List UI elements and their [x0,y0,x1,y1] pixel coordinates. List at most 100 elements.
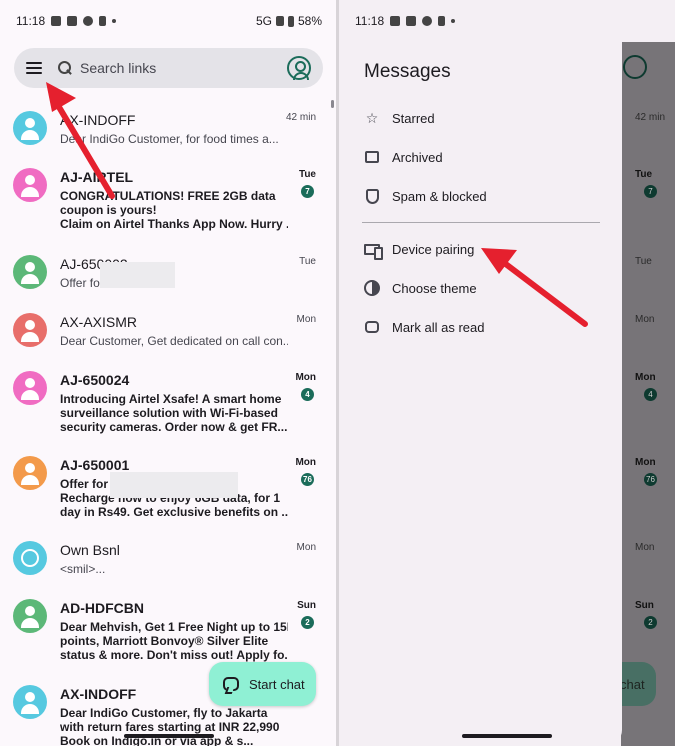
sender-name: AX-INDOFF [60,686,137,702]
status-time: 11:18 [16,14,46,28]
dimmed-unread-badge: 4 [644,388,657,401]
sender-name: AJ-AIRTEL [60,169,134,185]
message-time: Tue [299,256,316,267]
unread-count-badge: 2 [301,616,314,629]
mark-read-icon [363,318,381,336]
chat-bubble-icon [223,677,239,691]
message-notification-icon [406,16,417,26]
drawer-item-label: Mark all as read [392,319,485,335]
message-snippet: Dear Mehvish, Get 1 Free Night up to 15K… [60,620,288,662]
message-snippet: CONGRATULATIONS! FREE 2GB data coupon is … [60,189,288,231]
dimmed-message-time: 42 min [635,112,666,123]
battery-level: 58% [297,14,322,28]
dimmed-message-time: Tue [635,169,653,180]
dimmed-unread-badge: 2 [644,616,657,629]
snippet-line: Claim on Airtel Thanks App Now. Hurry ..… [60,217,288,231]
snippet-line: day in Rs49. Get exclusive benefits on .… [60,505,288,519]
contact-avatar [13,456,47,490]
drawer-title: Messages [364,61,451,82]
menu-icon[interactable] [26,62,42,74]
dimmed-unread-badge: 7 [644,185,657,198]
gesture-bar [462,734,552,738]
snippet-line: coupon is yours! [60,203,157,217]
start-chat-label: Start chat [249,676,305,692]
battery-icon [287,15,294,27]
drawer-item-label: Device pairing [392,241,475,257]
snippet-line: Dear Mehvish, Get 1 Free Night up to 15K [60,620,288,634]
gesture-bar [124,734,214,738]
snippet-line: CONGRATULATIONS! FREE 2GB data [60,189,276,203]
dimmed-unread-badge: 76 [644,473,657,486]
unread-count-badge: 4 [301,388,314,401]
redacted-region [110,472,238,498]
status-time: 11:18 [355,14,385,28]
drawer-divider [362,222,600,223]
contact-avatar [13,685,47,719]
drawer-item-starred[interactable]: ☆ Starred [363,106,435,130]
start-chat-label-partial: chat [620,677,645,692]
contact-avatar [13,111,47,145]
sender-name: AX-AXISMR [60,314,138,330]
contact-avatar [13,168,47,202]
signal-icon [275,16,284,26]
snippet-line: Dear IndiGo Customer, for food times a..… [60,132,279,146]
message-snippet: Introducing Airtel Xsafe! A smart home su… [60,392,288,434]
message-snippet: <smil>... [60,562,288,576]
drawer-item-label: Archived [392,149,443,165]
contact-avatar [13,541,47,575]
contact-avatar [13,313,47,347]
message-notification-icon [51,16,62,26]
drawer-item-spam-blocked[interactable]: Spam & blocked [363,184,487,208]
conversation-item[interactable]: AJ-650024 Introducing Airtel Xsafe! A sma… [0,366,336,446]
contact-avatar [13,371,47,405]
drawer-item-mark-all-read[interactable]: Mark all as read [363,315,484,339]
search-input[interactable]: Search links [80,60,156,76]
drawer-item-label: Starred [392,110,435,126]
search-icon [58,61,72,75]
start-chat-button[interactable]: Start chat [209,662,316,706]
star-icon: ☆ [365,109,379,126]
snippet-line: points, Marriott Bonvoy® Silver Elite [60,634,269,648]
message-snippet: Dear Customer, Get dedicated on call con… [60,334,288,348]
dimmed-message-time: Mon [635,457,656,468]
message-snippet: Dear IndiGo Customer, for food times a..… [60,132,288,146]
account-icon[interactable] [287,56,311,80]
conversation-item[interactable]: AJ-AIRTEL CONGRATULATIONS! FREE 2GB data c… [0,163,336,243]
drawer-item-archived[interactable]: Archived [363,145,443,169]
device-pairing-icon [363,240,383,260]
drawer-item-label: Spam & blocked [392,188,487,204]
drawer-item-choose-theme[interactable]: Choose theme [363,276,477,300]
unread-count-badge: 7 [301,185,314,198]
snippet-line: Introducing Airtel Xsafe! A smart home [60,392,282,406]
dimmed-message-time: Mon [635,314,655,325]
sync-icon [83,16,94,26]
sender-name: AJ-650024 [60,372,130,388]
message-time: Mon [295,372,316,383]
drawer-item-device-pairing[interactable]: Device pairing [363,237,474,261]
pay-icon [99,16,107,26]
message-time: Mon [296,542,316,553]
dimmed-message-time: Tue [635,256,652,267]
snippet-line: Dear Customer, Get dedicated on call con… [60,334,288,348]
more-notifications-icon [112,19,117,23]
sync-icon [422,16,433,26]
dimmed-message-time: Mon [635,372,656,383]
snippet-line: Dear IndiGo Customer, fly to Jakarta [60,706,268,720]
drawer-screen: 42 minTue7TueMonMon4Mon76MonSun2Sun chat… [339,0,675,746]
shield-icon [363,187,381,205]
snippet-line: <smil>... [60,562,106,576]
network-type: 5G [255,14,272,28]
sender-name: Own Bsnl [60,542,120,558]
account-icon [623,55,647,79]
search-bar[interactable]: Search links [14,48,323,88]
message-time: 42 min [285,112,316,123]
snippet-line: with return fares starting at INR 22,990 [60,720,280,734]
theme-icon [363,279,381,297]
message-notification-icon [67,16,78,26]
status-bar: 11:18 [339,0,622,42]
message-time: Tue [298,169,316,180]
pay-icon [438,16,446,26]
message-time: Mon [296,314,316,325]
annotation-arrow [481,248,588,327]
message-snippet: Dear IndiGo Customer, fly to Jakarta with… [60,706,288,746]
